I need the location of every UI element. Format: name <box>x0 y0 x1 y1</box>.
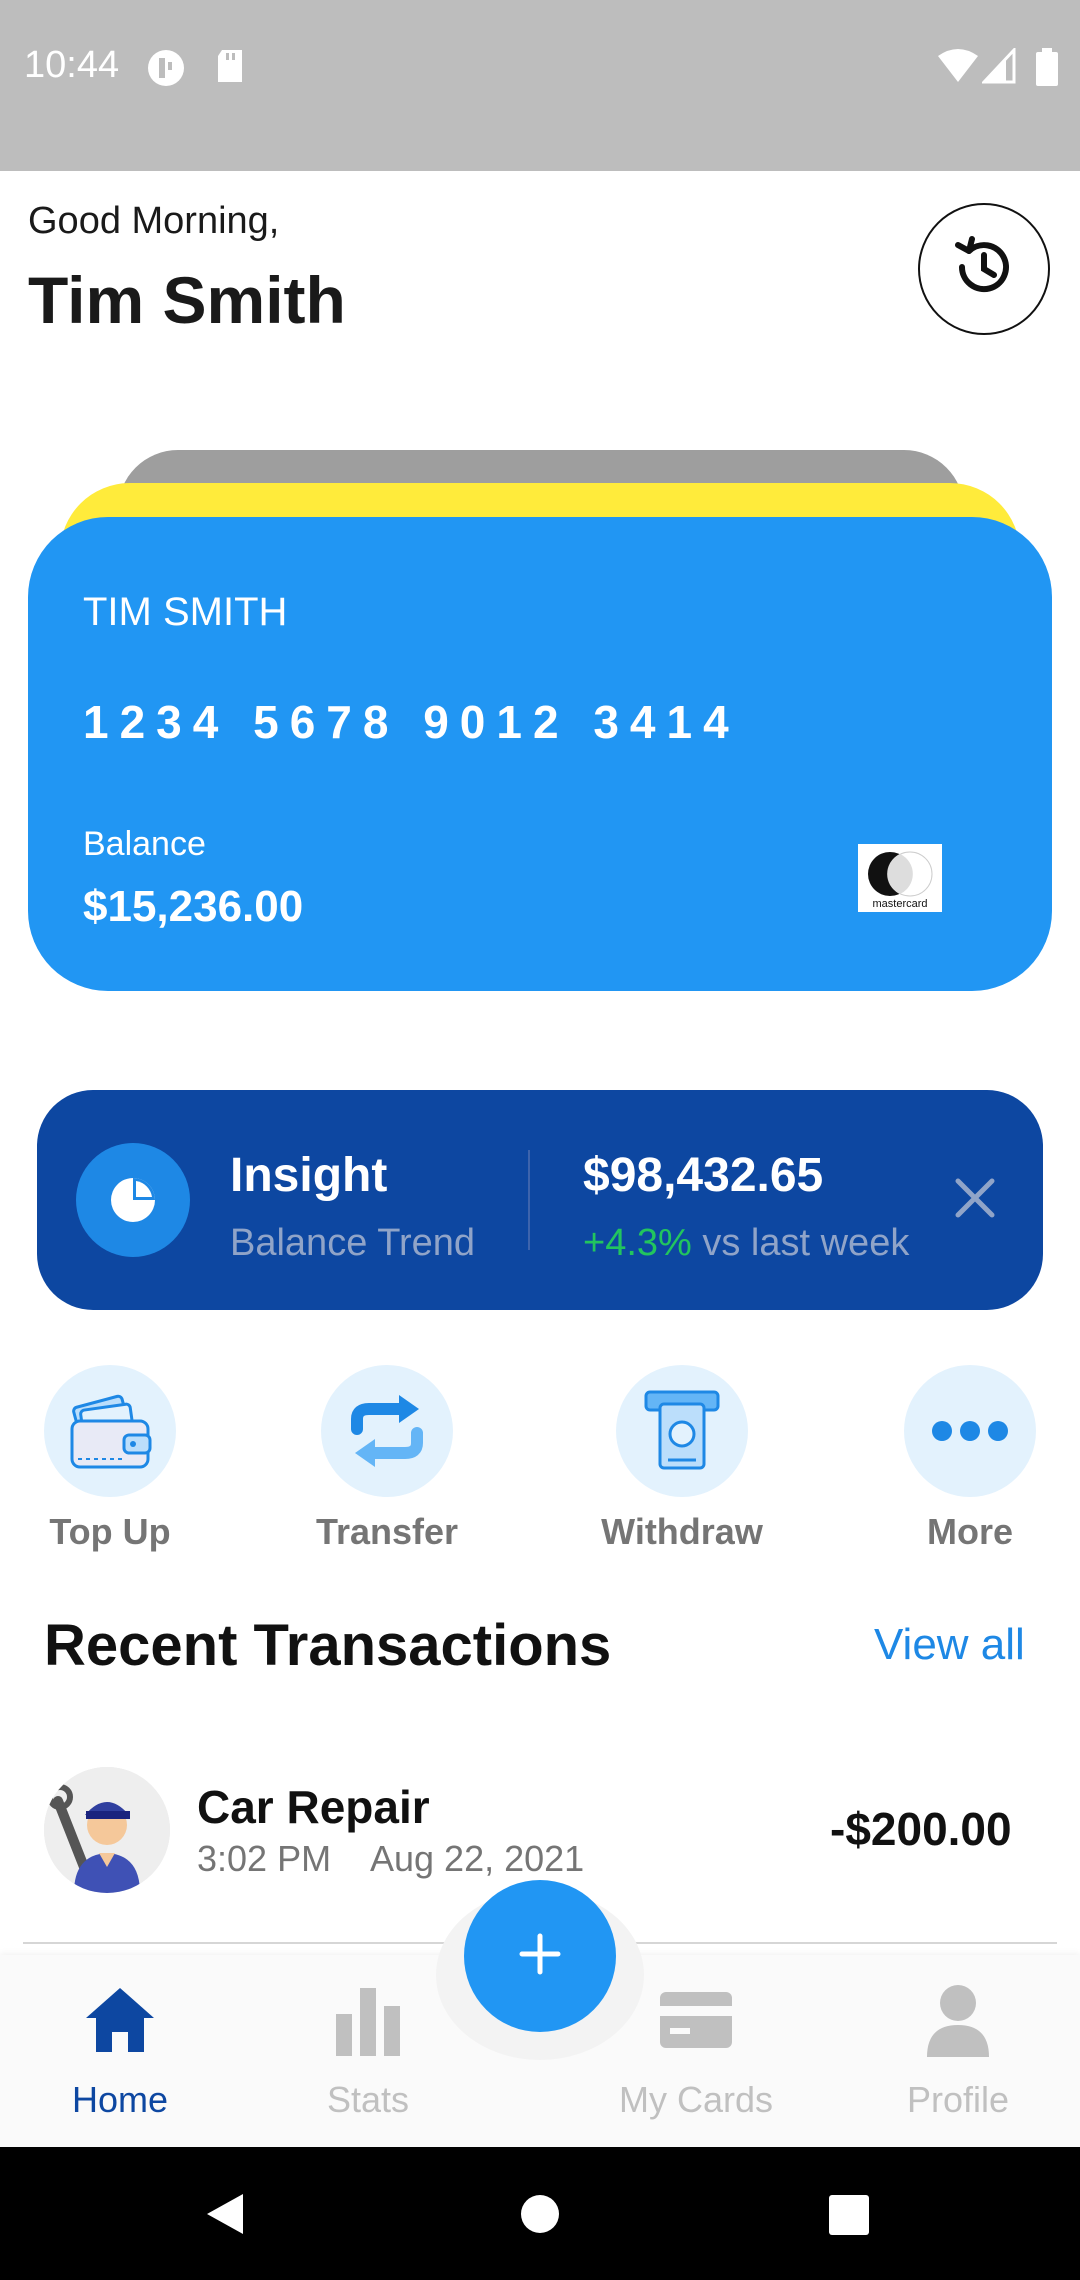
plus-icon <box>518 1932 562 1981</box>
nav-profile[interactable]: Profile <box>858 1975 1058 2121</box>
action-top-up[interactable]: Top Up <box>10 1365 210 1553</box>
view-all-link[interactable]: View all <box>874 1620 1025 1670</box>
notification-app-icon <box>146 48 188 93</box>
insight-change-suffix: vs last week <box>691 1222 910 1264</box>
wifi-icon <box>938 48 978 89</box>
home-icon <box>20 1975 220 2065</box>
close-insight-button[interactable] <box>945 1170 1005 1230</box>
status-time: 10:44 <box>24 44 120 86</box>
nav-home[interactable]: Home <box>20 1975 220 2121</box>
home-circle-icon <box>520 2195 560 2238</box>
insight-subtitle: Balance Trend <box>230 1222 476 1264</box>
transfer-icon <box>321 1365 453 1497</box>
action-label-top-up: Top Up <box>49 1511 171 1552</box>
insight-title: Insight <box>230 1149 388 1202</box>
pie-chart-icon <box>76 1143 190 1257</box>
wallet-icon <box>44 1365 176 1497</box>
transaction-title: Car Repair <box>197 1781 430 1833</box>
sd-card-icon <box>216 48 246 89</box>
atm-withdraw-icon <box>616 1365 748 1497</box>
card-holder-name: TIM SMITH <box>83 590 288 634</box>
action-withdraw[interactable]: Withdraw <box>582 1365 782 1553</box>
recents-button[interactable] <box>829 2195 869 2240</box>
close-icon <box>954 1177 996 1224</box>
mastercard-logo: mastercard <box>858 844 942 912</box>
action-label-more: More <box>926 1511 1013 1552</box>
user-name: Tim Smith <box>28 263 346 337</box>
more-dots-icon <box>904 1365 1036 1497</box>
nav-my-cards[interactable]: My Cards <box>596 1975 796 2121</box>
battery-icon <box>1036 48 1058 91</box>
recent-transactions-title: Recent Transactions <box>44 1613 612 1678</box>
nav-label-my-cards: My Cards <box>618 2079 774 2120</box>
mechanic-avatar <box>44 1767 170 1893</box>
svg-text:mastercard: mastercard <box>872 898 927 910</box>
nav-label-stats: Stats <box>326 2079 410 2120</box>
nav-stats[interactable]: Stats <box>268 1975 468 2121</box>
action-label-transfer: Transfer <box>315 1511 459 1552</box>
bar-chart-icon <box>268 1975 468 2065</box>
action-more[interactable]: More <box>870 1365 1070 1553</box>
home-system-button[interactable] <box>520 2194 560 2239</box>
transaction-time: 3:02 PM <box>197 1838 332 1879</box>
credit-card-icon <box>596 1975 796 2065</box>
recents-square-icon <box>829 2195 869 2239</box>
nav-label-home: Home <box>71 2079 169 2120</box>
nav-label-profile: Profile <box>906 2079 1010 2120</box>
card-balance: $15,236.00 <box>83 882 304 931</box>
transaction-date: Aug 22, 2021 <box>370 1838 585 1879</box>
insight-divider <box>528 1150 530 1250</box>
history-icon <box>950 233 1018 306</box>
action-label-withdraw: Withdraw <box>601 1511 763 1552</box>
card-balance-label: Balance <box>83 825 206 863</box>
insight-change: +4.3% vs last week <box>583 1222 909 1265</box>
greeting-text: Good Morning, <box>28 200 280 242</box>
insight-change-percent: +4.3% <box>583 1222 692 1264</box>
add-button[interactable] <box>464 1880 616 2032</box>
back-triangle-icon <box>205 2194 245 2240</box>
person-icon <box>858 1975 1058 2065</box>
back-button[interactable] <box>205 2192 245 2241</box>
card-number: 1234 5678 9012 3414 <box>83 696 740 748</box>
action-transfer[interactable]: Transfer <box>287 1365 487 1553</box>
insight-amount: $98,432.65 <box>583 1149 824 1202</box>
transaction-amount: -$200.00 <box>830 1803 1012 1855</box>
history-button[interactable] <box>918 203 1050 335</box>
signal-icon <box>980 46 1016 89</box>
